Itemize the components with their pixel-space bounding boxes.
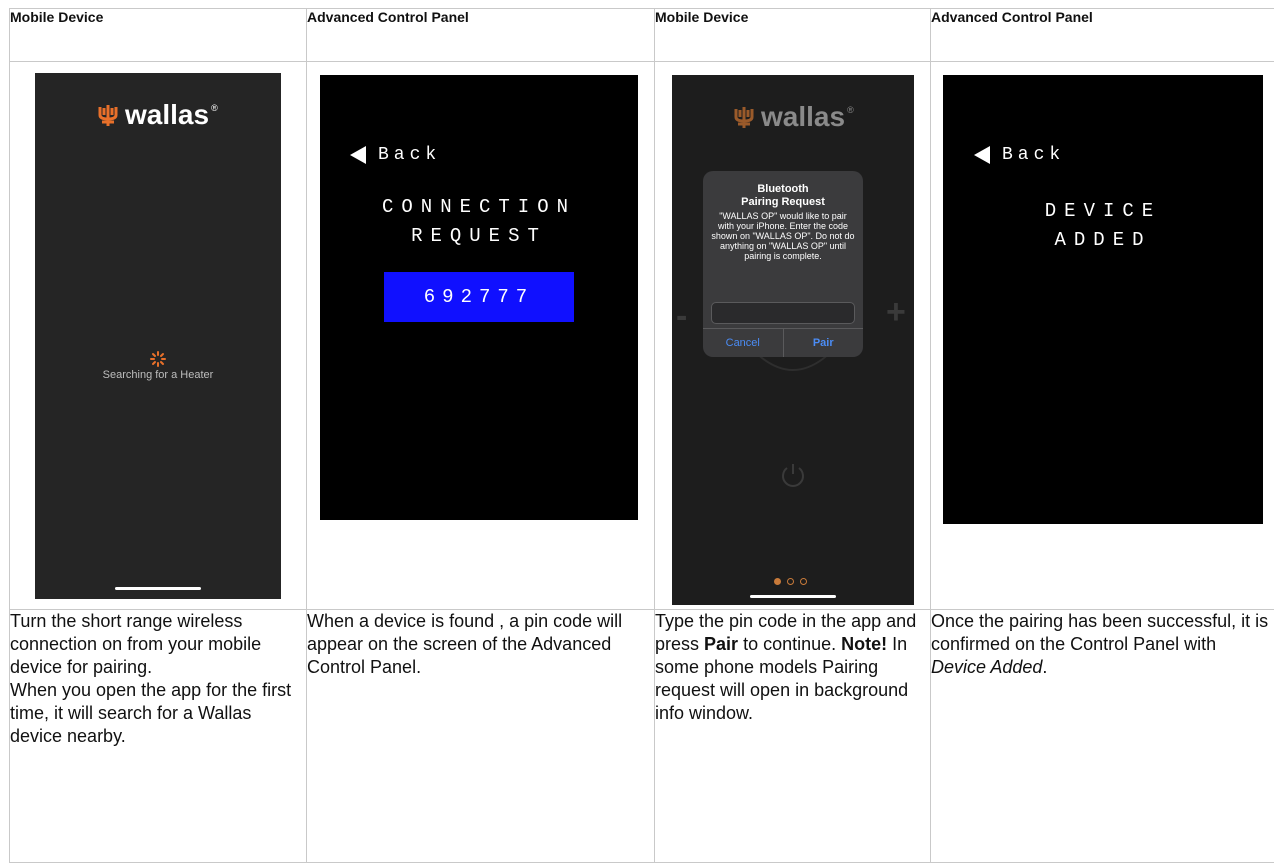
step-2-text: When a device is found , a pin code will… [307,611,623,677]
connection-request-title: CONNECTION REQUEST [320,193,638,251]
step-4-device-added-emphasis: Device Added [931,657,1043,677]
header-mobile-device-1: Mobile Device [9,8,307,62]
step-1-text-b: When you open the app for the first time… [10,680,292,746]
back-label: Back [1002,145,1066,165]
home-indicator [115,587,201,590]
dialog-buttons: Cancel Pair [703,328,863,357]
step-1-description: Turn the short range wireless connection… [9,609,307,863]
step-1-text-a: Turn the short range wireless connection… [10,611,262,677]
pin-code-display: 692777 [384,272,574,322]
step-3-pair-emphasis: Pair [704,634,739,654]
title-line-2: REQUEST [411,225,547,247]
logo-text: wallas [125,99,210,130]
dialog-title-line-2: Pairing Request [741,196,825,208]
step-4-description: Once the pairing has been successful, it… [930,609,1274,863]
title-line-1: DEVICE [1044,200,1162,222]
title-line-2: ADDED [1054,229,1152,251]
panel-device-added-screen: Back DEVICE ADDED [943,75,1263,524]
dialog-title: Bluetooth Pairing Request [703,183,863,209]
pair-button[interactable]: Pair [782,329,864,357]
step-4-text: Once the pairing has been successful, it… [931,610,1274,679]
step-3-text: Type the pin code in the app and press P… [655,610,930,725]
wallas-logo: wallas ® [97,99,218,131]
bluetooth-pairing-dialog: Bluetooth Pairing Request "WALLAS OP" wo… [703,171,863,357]
header-mobile-device-2: Mobile Device [654,8,931,62]
cancel-button[interactable]: Cancel [703,329,783,357]
phone-pairing-cell: wallas ® - + Bluetooth Pairing Request "… [654,61,931,610]
phone-searching-screen: wallas ® Searching for a Heater [35,73,281,599]
page-dot-2[interactable] [787,578,794,585]
wallas-logo-dimmed: wallas ® [733,101,854,133]
page-indicator [774,578,807,585]
panel-connection-screen: Back CONNECTION REQUEST 692777 [320,75,638,520]
header-control-panel-2: Advanced Control Panel [930,8,1274,62]
panel-connection-cell: Back CONNECTION REQUEST 692777 [306,61,655,610]
dialog-message: "WALLAS OP" would like to pair with your… [711,211,855,261]
step-2-description: When a device is found , a pin code will… [306,609,655,863]
page-dot-3[interactable] [800,578,807,585]
step-3-note-emphasis: Note! [841,634,888,654]
logo-text: wallas [761,101,846,132]
back-label: Back [378,145,442,165]
loading-spinner-icon [150,351,166,367]
back-button[interactable]: Back [350,145,441,165]
minus-button[interactable]: - [676,297,687,336]
device-added-title: DEVICE ADDED [943,197,1263,255]
header-control-panel-1: Advanced Control Panel [306,8,655,62]
back-arrow-icon [350,146,366,164]
plus-button[interactable]: + [886,293,906,332]
logo-registered: ® [211,103,218,113]
trident-icon [734,107,754,128]
phone-searching-cell: wallas ® Searching for a Heater [9,61,307,610]
panel-device-added-cell: Back DEVICE ADDED [930,61,1274,610]
step-3-description: Type the pin code in the app and press P… [654,609,931,863]
pin-entry-field[interactable] [711,302,855,324]
home-indicator [750,595,836,598]
phone-pairing-screen: wallas ® - + Bluetooth Pairing Request "… [672,75,914,605]
dialog-title-line-1: Bluetooth [757,183,809,195]
back-arrow-icon [974,146,990,164]
title-line-1: CONNECTION [381,196,577,218]
step-4-text-a: Once the pairing has been successful, it… [931,611,1269,654]
back-button[interactable]: Back [974,145,1065,165]
pairing-guide-table: Mobile Device Advanced Control Panel Mob… [9,8,1274,863]
power-icon[interactable] [778,460,808,490]
logo-registered: ® [847,105,854,115]
searching-status-text: Searching for a Heater [102,369,214,381]
step-4-text-c: . [1042,657,1048,677]
page-dot-1[interactable] [774,578,781,585]
step-3-text-c: to continue. [738,634,842,654]
trident-icon [98,105,118,126]
